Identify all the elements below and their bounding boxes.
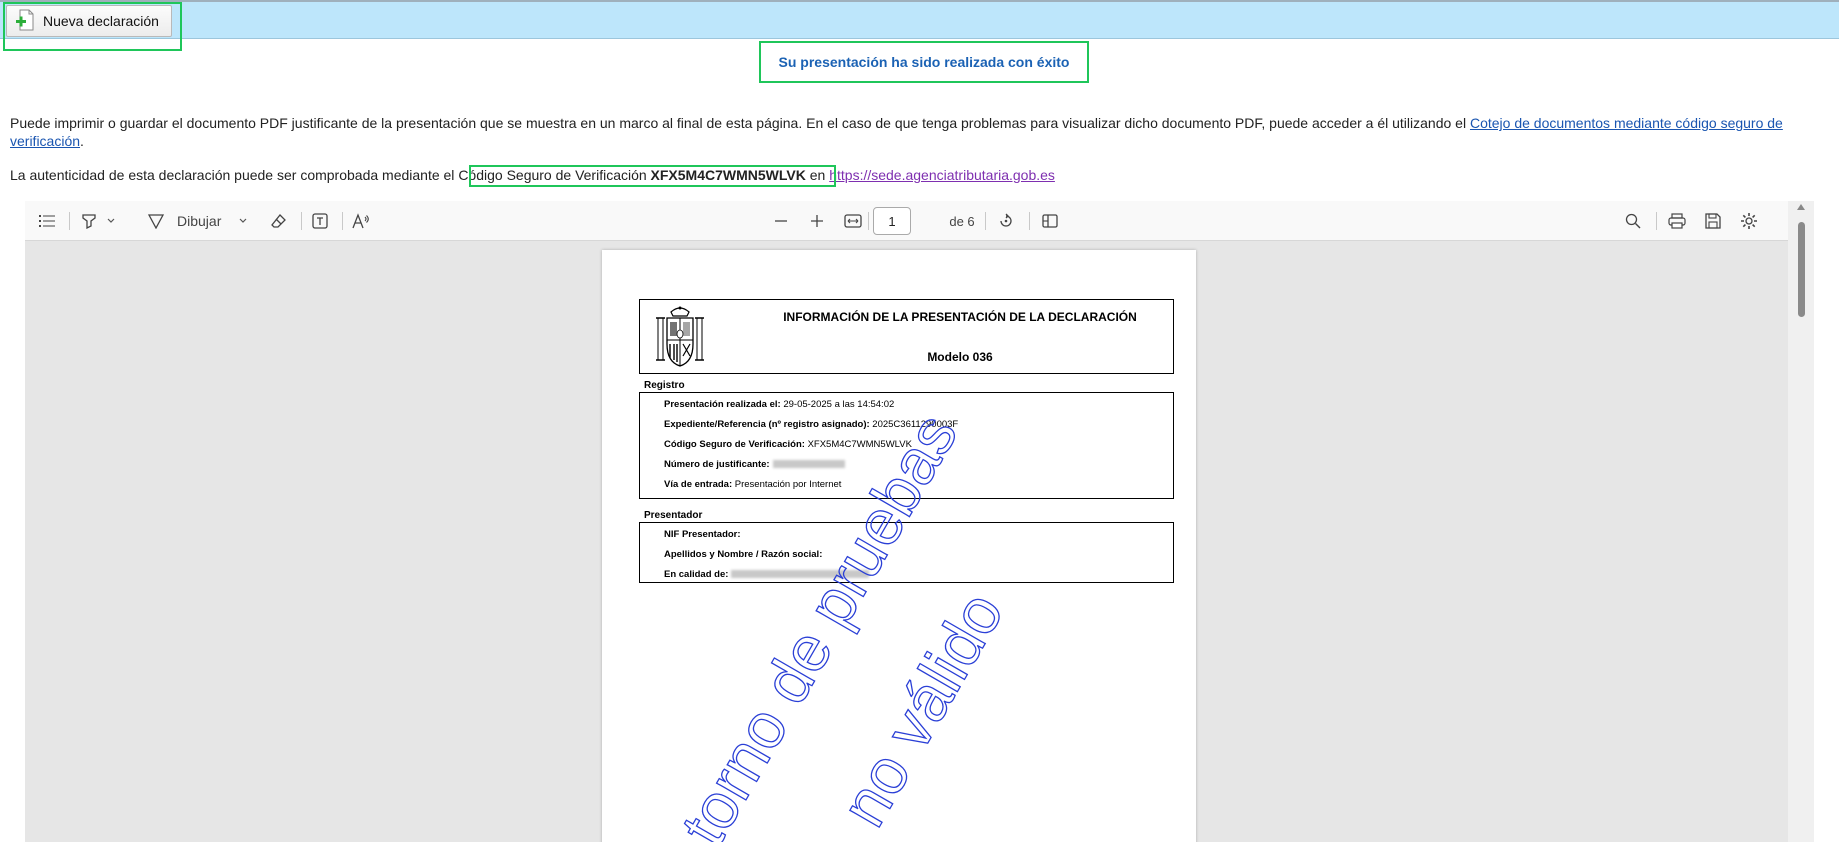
toolbar-separator	[1029, 212, 1030, 230]
draw-label[interactable]: Dibujar	[177, 210, 225, 232]
pdf-model: Modelo 036	[927, 350, 993, 364]
presentador-label: Presentador	[644, 510, 703, 521]
toolbar-separator	[868, 212, 869, 230]
toolbar-separator	[69, 212, 70, 230]
calidad-field: En calidad de:	[664, 569, 870, 580]
page-view-icon[interactable]	[1039, 210, 1061, 232]
watermark-line2: no válido	[827, 580, 1017, 838]
text-box-icon[interactable]	[309, 210, 331, 232]
page-number-input[interactable]: 1	[873, 207, 911, 235]
search-icon[interactable]	[1622, 210, 1644, 232]
presentacion-label: Presentación realizada el:	[664, 399, 781, 410]
expediente-label: Expediente/Referencia (nº registro asign…	[664, 419, 870, 430]
scrollbar-thumb[interactable]	[1798, 222, 1805, 317]
csv-field-label: Código Seguro de Verificación:	[664, 439, 805, 450]
coat-of-arms-logo	[651, 304, 709, 370]
justificante-label: Número de justificante:	[664, 459, 770, 470]
expediente-field: Expediente/Referencia (nº registro asign…	[664, 419, 958, 430]
info-paragraph: Puede imprimir o guardar el documento PD…	[10, 114, 1820, 150]
via-field: Vía de entrada: Presentación por Interne…	[664, 479, 841, 490]
registro-box: Presentación realizada el: 29-05-2025 a …	[639, 392, 1174, 499]
nif-field: NIF Presentador:	[664, 529, 741, 540]
toolbar-separator	[1656, 212, 1657, 230]
info-text-end: .	[80, 133, 84, 149]
top-bar: Nueva declaración	[0, 0, 1839, 39]
registro-label: Registro	[644, 380, 685, 391]
pdf-toolbar: Dibujar 1 de 6	[25, 201, 1788, 241]
csv-code: XFX5M4C7WMN5WLVK	[650, 167, 806, 183]
new-declaration-label: Nueva declaración	[43, 13, 159, 29]
settings-gear-icon[interactable]	[1738, 210, 1760, 232]
highlight-dropdown-icon[interactable]	[105, 210, 117, 232]
via-label: Vía de entrada:	[664, 479, 733, 490]
draw-dropdown-icon[interactable]	[237, 210, 249, 232]
presentacion-value: 29-05-2025 a las 14:54:02	[783, 399, 895, 410]
scroll-up-arrow-icon[interactable]	[1797, 204, 1805, 210]
justificante-field: Número de justificante:	[664, 459, 845, 470]
sede-link[interactable]: https://sede.agenciatributaria.gob.es	[829, 167, 1055, 183]
csv-paragraph: La autenticidad de esta declaración pued…	[10, 166, 1820, 184]
page-total-label: de 6	[949, 213, 975, 229]
new-declaration-button[interactable]: Nueva declaración	[6, 5, 172, 37]
csv-field-value: XFX5M4C7WMN5WLVK	[807, 439, 912, 450]
csv-label: Código Seguro de Verificación	[458, 167, 647, 183]
zoom-in-icon[interactable]	[806, 210, 828, 232]
success-message: Su presentación ha sido realizada con éx…	[778, 54, 1070, 70]
csv-intro-text: La autenticidad de esta declaración pued…	[10, 167, 459, 183]
presentacion-field: Presentación realizada el: 29-05-2025 a …	[664, 399, 894, 410]
eraser-icon[interactable]	[268, 210, 290, 232]
highlight-pen-icon[interactable]	[78, 210, 100, 232]
new-document-icon	[15, 9, 35, 34]
nif-label: NIF Presentador:	[664, 529, 741, 540]
fit-width-icon[interactable]	[842, 210, 864, 232]
csv-field: Código Seguro de Verificación: XFX5M4C7W…	[664, 439, 912, 450]
toolbar-separator	[985, 212, 986, 230]
nombre-field: Apellidos y Nombre / Razón social:	[664, 549, 822, 560]
header-box: INFORMACIÓN DE LA PRESENTACIÓN DE LA DEC…	[639, 299, 1174, 374]
pdf-viewer: Dibujar 1 de 6 INFORMACIÓN DE LA PRESENT…	[25, 201, 1814, 842]
calidad-redacted	[731, 570, 870, 579]
expediente-value: 2025C3611290003F	[872, 419, 959, 430]
justificante-redacted	[772, 460, 845, 469]
via-value: Presentación por Internet	[734, 479, 842, 490]
info-text: Puede imprimir o guardar el documento PD…	[10, 115, 1470, 131]
save-icon[interactable]	[1702, 210, 1724, 232]
presentador-box: NIF Presentador: Apellidos y Nombre / Ra…	[639, 522, 1174, 583]
toolbar-separator	[342, 212, 343, 230]
csv-mid-text: en	[805, 167, 830, 183]
pdf-page: INFORMACIÓN DE LA PRESENTACIÓN DE LA DEC…	[602, 250, 1196, 842]
print-icon[interactable]	[1666, 210, 1688, 232]
calidad-label: En calidad de:	[664, 569, 729, 580]
rotate-icon[interactable]	[995, 210, 1017, 232]
read-aloud-icon[interactable]	[350, 210, 372, 232]
zoom-out-icon[interactable]	[770, 210, 792, 232]
draw-icon[interactable]	[145, 210, 167, 232]
nombre-label: Apellidos y Nombre / Razón social:	[664, 549, 823, 560]
toolbar-separator	[301, 212, 302, 230]
contents-icon[interactable]	[36, 210, 58, 232]
pdf-title: INFORMACIÓN DE LA PRESENTACIÓN DE LA DEC…	[783, 310, 1137, 324]
vertical-scrollbar[interactable]	[1788, 201, 1814, 842]
